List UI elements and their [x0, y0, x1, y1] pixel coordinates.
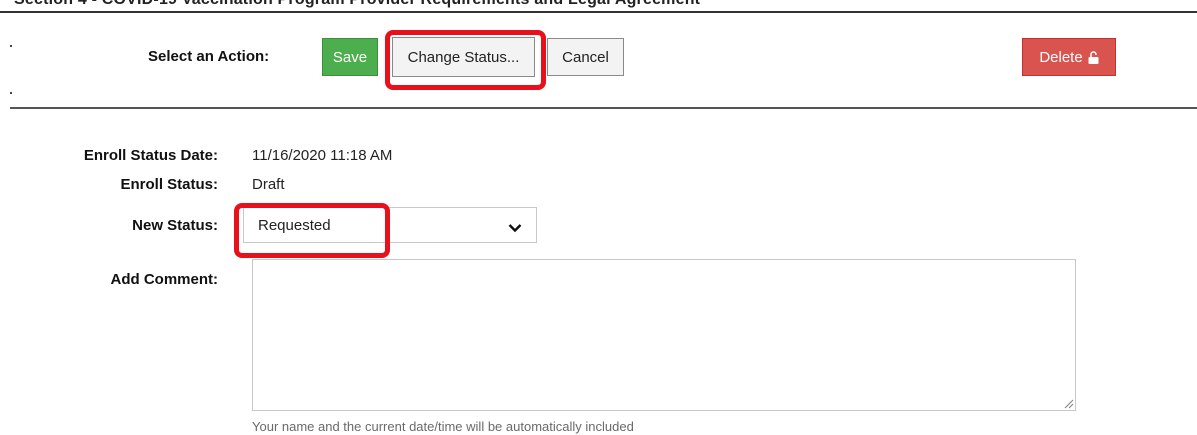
comment-textarea[interactable] — [252, 259, 1076, 411]
action-bar: Select an Action: Save Change Status... … — [0, 13, 1197, 108]
unlock-icon — [1088, 50, 1099, 64]
delete-button-label: Delete — [1039, 48, 1083, 66]
select-action-label: Select an Action: — [148, 48, 270, 65]
section-title: Section 4 - COVID-19 Vaccination Program… — [14, 0, 700, 9]
enroll-status-date-value: 11/16/2020 11:18 AM — [252, 147, 393, 164]
enroll-status-value: Draft — [252, 176, 285, 193]
change-status-button[interactable]: Change Status... — [392, 37, 535, 77]
new-status-selected-value: Requested — [258, 217, 331, 234]
chevron-down-icon — [508, 220, 522, 233]
new-status-label: New Status: — [132, 217, 218, 234]
change-status-page: Section 4 - COVID-19 Vaccination Program… — [0, 0, 1197, 435]
edge-mark — [10, 45, 12, 47]
save-button[interactable]: Save — [322, 38, 378, 76]
action-bar-divider — [10, 107, 1197, 109]
add-comment-label: Add Comment: — [110, 271, 219, 288]
comment-help-text: Your name and the current date/time will… — [252, 419, 634, 434]
cancel-button[interactable]: Cancel — [547, 38, 624, 76]
new-status-select[interactable]: Requested — [243, 207, 537, 243]
enroll-status-date-label: Enroll Status Date: — [83, 147, 218, 164]
enroll-status-label: Enroll Status: — [120, 176, 218, 193]
edge-mark — [10, 92, 12, 94]
delete-button[interactable]: Delete — [1022, 38, 1116, 76]
